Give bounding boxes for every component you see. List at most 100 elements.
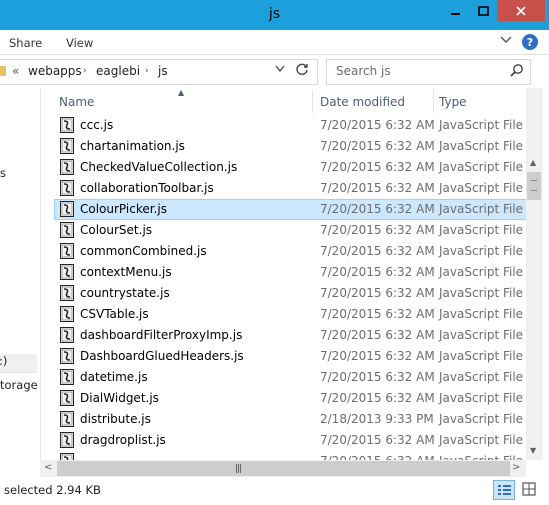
javascript-file-icon	[60, 453, 74, 460]
file-name[interactable]: CSVTable.js	[80, 307, 149, 321]
vertical-scroll-thumb[interactable]	[527, 172, 541, 200]
file-row[interactable]: countrystate.js 7/20/2015 6:32 AM JavaScri…	[41, 283, 527, 304]
file-name[interactable]: ColourSet.js	[80, 223, 152, 237]
nav-item[interactable]: s	[0, 166, 6, 180]
large-icons-view-icon	[522, 482, 536, 496]
vertical-scrollbar[interactable]: ▲ ▼	[526, 88, 543, 460]
refresh-button[interactable]	[295, 62, 309, 80]
file-name[interactable]: contextMenu.js	[80, 265, 172, 279]
file-list[interactable]: ▲ Name Date modified Type ccc.js 7/20/201…	[40, 88, 527, 460]
refresh-icon	[296, 63, 308, 75]
column-header-date[interactable]: Date modified	[320, 95, 405, 109]
minimize-button[interactable]	[443, 0, 469, 21]
nav-item-drive[interactable]: :)	[0, 354, 37, 373]
tab-view[interactable]: View	[66, 36, 93, 50]
file-row[interactable]: collaborationToolbar.js 7/20/2015 6:32 AM…	[41, 178, 527, 199]
grip-icon: |||	[235, 464, 242, 474]
file-name[interactable]: ccc.js	[80, 118, 113, 132]
file-name[interactable]: dragdroplist.js	[80, 433, 166, 447]
column-divider[interactable]	[312, 90, 313, 113]
breadcrumb-overflow[interactable]: «	[12, 64, 19, 78]
tab-share[interactable]: Share	[9, 36, 42, 50]
breadcrumb-js[interactable]: js	[158, 64, 168, 78]
breadcrumb-webapps[interactable]: webapps	[28, 64, 82, 78]
file-name[interactable]: datetime.js	[80, 370, 148, 384]
search-icon[interactable]	[510, 63, 524, 80]
file-row[interactable]: datetime.js 7/20/2015 6:32 AM JavaScript F…	[41, 367, 527, 388]
help-button[interactable]: ?	[522, 34, 538, 50]
file-date-modified: 7/20/2015 6:32 AM	[320, 370, 435, 384]
file-name[interactable]: ColourPicker.js	[80, 202, 167, 216]
file-name[interactable]: collaborationToolbar.js	[80, 181, 214, 195]
chevron-down-icon	[500, 36, 512, 43]
column-header-type[interactable]: Type	[439, 95, 467, 109]
file-row[interactable]: dashboardFilterProxyImp.js 7/20/2015 6:32…	[41, 325, 527, 346]
horizontal-scroll-thumb[interactable]: |||	[57, 461, 510, 476]
breadcrumb-separator[interactable]: ›	[83, 66, 87, 76]
file-name[interactable]: distribute.js	[80, 412, 151, 426]
large-icons-view-button[interactable]	[519, 480, 539, 498]
details-view-button[interactable]	[493, 480, 515, 500]
maximize-icon	[477, 5, 489, 16]
javascript-file-icon	[60, 348, 74, 364]
folder-icon	[0, 66, 6, 76]
column-divider[interactable]	[433, 90, 434, 113]
file-row[interactable]: DashboardGluedHeaders.js 7/20/2015 6:32 A…	[41, 346, 527, 367]
file-name[interactable]: DashboardGluedHeaders.js	[80, 349, 244, 363]
file-row[interactable]: chartanimation.js 7/20/2015 6:32 AM JavaSc…	[41, 136, 527, 157]
file-name[interactable]: commonCombined.js	[80, 244, 207, 258]
javascript-file-icon	[60, 159, 74, 175]
navigation-pane[interactable]: s :) torage (	[0, 88, 46, 478]
address-bar[interactable]: « webapps › eaglebi › js	[0, 59, 318, 85]
file-date-modified: 7/20/2015 6:32 AM	[320, 181, 435, 195]
file-row[interactable]: CSVTable.js 7/20/2015 6:32 AM JavaScript F…	[41, 304, 527, 325]
address-row: « webapps › eaglebi › js Search js	[0, 55, 549, 88]
javascript-file-icon	[60, 327, 74, 343]
file-type: JavaScript File	[439, 328, 524, 342]
scroll-left-icon[interactable]: <	[44, 462, 52, 473]
file-date-modified: 2/18/2013 9:33 PM	[320, 412, 434, 426]
file-row[interactable]: ccc.js 7/20/2015 6:32 AM JavaScript File	[41, 115, 527, 136]
file-type: JavaScript File	[439, 244, 524, 258]
javascript-file-icon	[60, 222, 74, 238]
file-type: JavaScript File	[439, 202, 524, 216]
file-row[interactable]: dragdroplist.js 7/20/2015 6:32 AM JavaScri…	[41, 430, 527, 451]
file-type: JavaScript File	[439, 223, 524, 237]
column-header-name[interactable]: Name	[59, 95, 94, 109]
nav-item-storage[interactable]: torage (	[0, 378, 46, 392]
file-row[interactable]: ColourPicker.js 7/20/2015 6:32 AM JavaScri…	[41, 199, 527, 220]
search-input[interactable]: Search js	[326, 59, 531, 85]
file-date-modified: 7/20/2015 6:32 AM	[320, 328, 435, 342]
file-type: JavaScript File	[439, 286, 524, 300]
expand-ribbon-button[interactable]	[500, 34, 512, 48]
maximize-button[interactable]	[470, 0, 496, 21]
file-type: JavaScript File	[439, 433, 524, 447]
javascript-file-icon	[60, 264, 74, 280]
javascript-file-icon	[60, 138, 74, 154]
address-history-button[interactable]	[275, 65, 285, 76]
file-row[interactable]: ColourSet.js 7/20/2015 6:32 AM JavaScript …	[41, 220, 527, 241]
file-row[interactable]: DialWidget.js 7/20/2015 6:32 AM JavaScript…	[41, 388, 527, 409]
scroll-up-icon[interactable]: ▲	[530, 158, 536, 167]
search-placeholder: Search js	[336, 64, 391, 78]
file-type: JavaScript File	[439, 370, 524, 384]
file-row[interactable]: contextMenu.js 7/20/2015 6:32 AM JavaScrip…	[41, 262, 527, 283]
scroll-right-icon[interactable]: >	[512, 462, 520, 473]
file-row[interactable]: 7/20/2015 6:32 AMJavaScript File	[41, 451, 527, 460]
file-name[interactable]: chartanimation.js	[80, 139, 185, 153]
breadcrumb-eaglebi[interactable]: eaglebi	[96, 64, 140, 78]
file-row[interactable]: commonCombined.js 7/20/2015 6:32 AM JavaSc…	[41, 241, 527, 262]
file-name[interactable]: CheckedValueCollection.js	[80, 160, 237, 174]
file-name[interactable]: countrystate.js	[80, 286, 170, 300]
file-name[interactable]: dashboardFilterProxyImp.js	[80, 328, 242, 342]
file-type: JavaScript File	[439, 307, 524, 321]
close-button[interactable]	[497, 0, 545, 21]
file-row[interactable]: distribute.js 2/18/2013 9:33 PM JavaScript…	[41, 409, 527, 430]
file-row[interactable]: CheckedValueCollection.js 7/20/2015 6:32 …	[41, 157, 527, 178]
file-type: JavaScript File	[439, 412, 524, 426]
horizontal-scrollbar[interactable]: < ||| >	[40, 460, 526, 477]
scroll-down-icon[interactable]: ▼	[530, 446, 536, 455]
breadcrumb-separator[interactable]: ›	[145, 66, 149, 76]
file-name[interactable]: DialWidget.js	[80, 391, 159, 405]
file-type: JavaScript File	[439, 160, 524, 174]
